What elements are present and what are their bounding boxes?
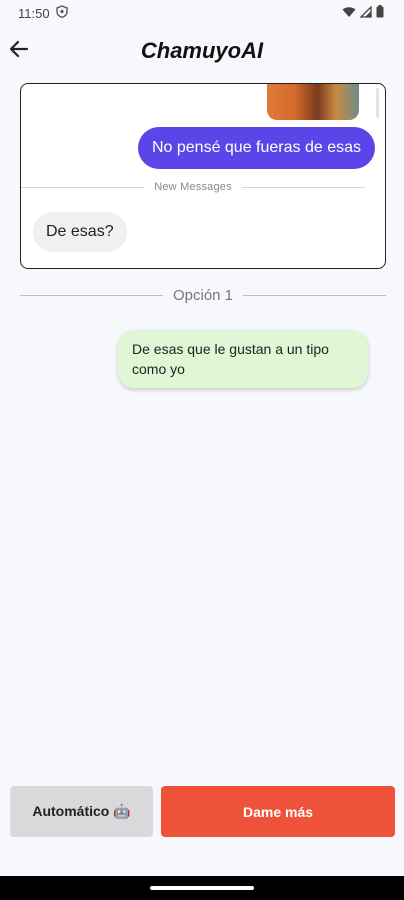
option-divider: Opción 1 [20, 285, 387, 305]
shared-photo[interactable] [267, 84, 359, 120]
battery-icon [376, 5, 384, 21]
navigation-bar [0, 876, 404, 900]
status-bar: 11:50 [0, 0, 404, 26]
divider-line [243, 294, 387, 296]
signal-icon [359, 4, 372, 21]
wifi-icon [342, 6, 356, 21]
status-time: 11:50 [18, 5, 50, 21]
home-indicator[interactable] [150, 886, 254, 890]
new-messages-label: New Messages [154, 181, 232, 193]
divider-line [20, 294, 163, 296]
received-message-bubble: De esas? [33, 212, 127, 252]
status-right [342, 4, 384, 21]
suggested-reply-bubble[interactable]: De esas que le gustan a un tipo como yo [118, 330, 368, 388]
app-bar: ChamuyoAI [0, 30, 404, 76]
sent-message-bubble: No pensé que fueras de esas [137, 127, 375, 169]
divider-line [241, 186, 366, 188]
app-title: ChamuyoAI [140, 38, 264, 63]
shield-icon [55, 5, 68, 21]
divider-line [21, 186, 145, 188]
preview-scrollbar[interactable] [376, 88, 379, 118]
conversation-preview[interactable]: No pensé que fueras de esas New Messages… [20, 83, 386, 269]
new-messages-divider: New Messages [21, 180, 366, 194]
status-left: 11:50 [18, 5, 68, 21]
option-label: Opción 1 [172, 286, 234, 304]
give-more-button[interactable]: Dame más [161, 786, 395, 837]
automatic-button[interactable]: Automático 🤖 [10, 786, 153, 837]
